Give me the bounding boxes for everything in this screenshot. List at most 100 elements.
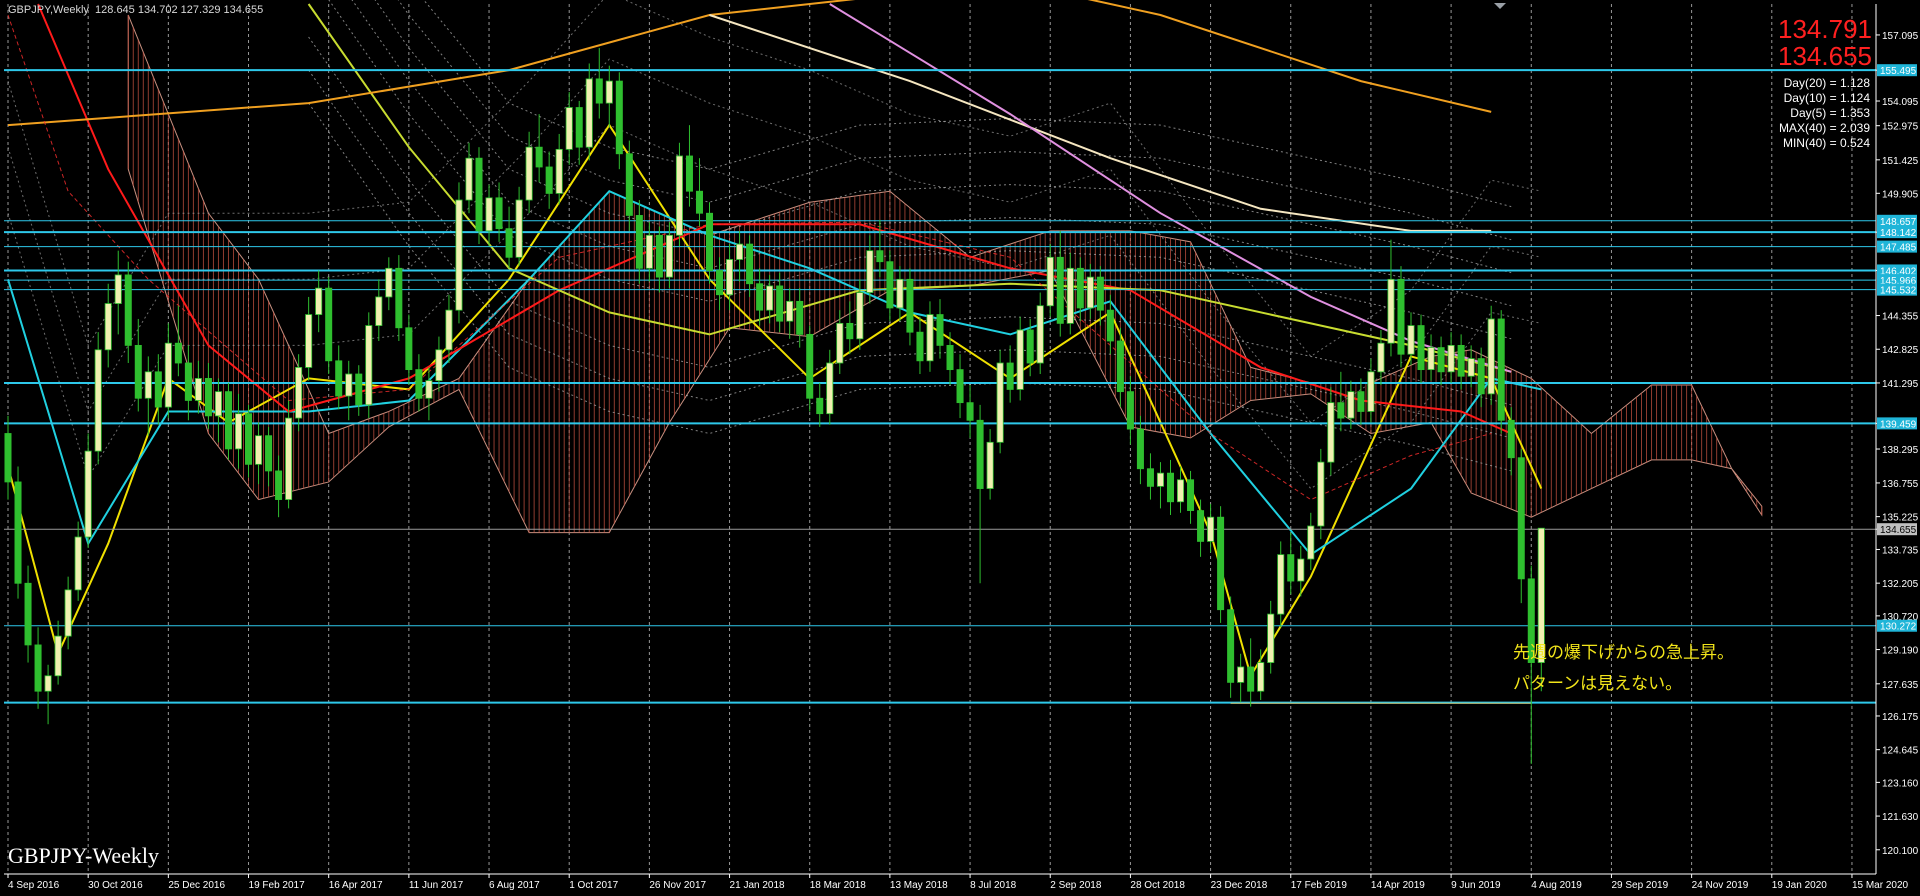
candle-body	[986, 441, 994, 489]
candle-body	[615, 80, 623, 155]
candle-body	[726, 259, 734, 296]
candle-body	[595, 78, 603, 104]
y-tick-label: 142.825	[1882, 345, 1919, 356]
y-tick-label: 130.272	[1880, 622, 1917, 633]
candle-body	[635, 215, 643, 269]
candle-body	[1337, 402, 1345, 419]
chart-svg[interactable]: 157.095 155.495 154.095 152.975 151.425 149.9…	[0, 0, 1920, 891]
candle-body	[1126, 391, 1134, 430]
candle-body	[1006, 362, 1014, 390]
y-tick-label: 121.630	[1882, 812, 1919, 823]
chart-shift-marker[interactable]	[1494, 3, 1506, 9]
x-tick-label: 8 Jul 2018	[970, 880, 1017, 891]
candle-body	[34, 644, 42, 692]
candle-body	[1096, 276, 1104, 311]
candle-body	[1136, 428, 1144, 470]
candle-body	[886, 261, 894, 309]
candle-body	[1407, 325, 1415, 355]
candle-body	[1297, 558, 1305, 582]
candle-body	[355, 373, 363, 406]
candle-body	[54, 635, 62, 677]
candle-body	[675, 155, 683, 236]
candle-body	[1397, 278, 1405, 355]
x-tick-label: 6 Aug 2017	[489, 880, 540, 891]
candle-body	[1207, 516, 1215, 542]
candle-body	[375, 296, 383, 326]
candle-body	[856, 292, 864, 340]
candle-body	[1076, 267, 1084, 309]
candle-body	[575, 107, 583, 148]
candle-body	[1457, 344, 1465, 377]
stat-min40: MIN(40) = 0.524	[1782, 136, 1870, 150]
x-tick-label: 18 Mar 2018	[810, 880, 867, 891]
candle-body	[405, 327, 413, 371]
candle-body	[1106, 309, 1114, 342]
candle-body	[555, 148, 563, 194]
candle-body	[565, 107, 573, 150]
candle-body	[796, 300, 804, 335]
candle-body	[64, 589, 72, 637]
candle-body	[144, 371, 152, 399]
candle-body	[1417, 325, 1425, 371]
candle-body	[776, 285, 784, 322]
candle-body	[685, 155, 693, 192]
candle-body	[1257, 662, 1265, 692]
chart-area[interactable]: 157.095 155.495 154.095 152.975 151.425 149.9…	[0, 0, 1920, 891]
y-tick-label: 151.425	[1882, 156, 1919, 167]
x-tick-label: 21 Jan 2018	[730, 880, 785, 891]
y-tick-label: 132.205	[1882, 579, 1919, 590]
y-tick-label: 126.175	[1882, 712, 1919, 723]
y-tick-label: 134.655	[1880, 525, 1917, 536]
candle-body	[1247, 666, 1255, 692]
x-tick-label: 13 May 2018	[890, 880, 948, 891]
candle-body	[766, 285, 774, 311]
candle-body	[1317, 461, 1325, 527]
candle-body	[866, 250, 874, 293]
candle-body	[655, 234, 663, 278]
candle-body	[224, 391, 232, 450]
candle-body	[1166, 472, 1175, 503]
y-tick-label: 148.142	[1880, 228, 1917, 239]
candle-body	[495, 197, 503, 230]
x-tick-label: 15 Mar 2020	[1852, 880, 1909, 891]
candle-body	[786, 300, 794, 322]
candle-body	[335, 360, 343, 397]
stat-day20: Day(20) = 1.128	[1783, 76, 1870, 90]
candle-body	[535, 146, 543, 168]
candle-body	[605, 80, 613, 104]
candle-body	[214, 391, 222, 417]
candle-body	[916, 331, 924, 362]
candle-body	[425, 380, 433, 399]
candle-body	[896, 278, 904, 309]
candle-body	[1427, 347, 1435, 371]
annotation-line-2: パターンは見えない。	[1513, 674, 1683, 694]
candle-body	[395, 267, 403, 329]
y-tick-label: 152.975	[1882, 122, 1919, 133]
symbol-label: GBPJPY,Weekly	[8, 4, 89, 16]
candle-body	[996, 362, 1004, 443]
y-tick-label: 154.095	[1882, 97, 1919, 108]
candle-body	[836, 322, 844, 364]
stat-max40: MAX(40) = 2.039	[1778, 121, 1870, 135]
candle-body	[695, 190, 703, 214]
horizontal-levels-layer	[4, 69, 1876, 704]
x-tick-label: 29 Sep 2019	[1611, 880, 1668, 891]
candle-body	[124, 274, 132, 346]
candle-body	[154, 371, 162, 408]
candle-body	[906, 278, 914, 333]
candle-body	[445, 309, 453, 351]
candle-body	[1227, 609, 1235, 683]
candle-body	[1116, 340, 1124, 393]
candle-body	[1507, 419, 1515, 459]
x-tick-label: 4 Aug 2019	[1531, 880, 1582, 891]
candle-body	[305, 314, 313, 368]
stat-day10: Day(10) = 1.124	[1783, 91, 1870, 105]
candle-body	[455, 199, 463, 311]
candle-body	[174, 342, 182, 364]
candle-body	[1277, 554, 1285, 615]
candle-body	[435, 349, 443, 382]
candle-body	[74, 536, 82, 591]
candle-body	[1016, 329, 1024, 390]
y-tick-label: 138.295	[1882, 445, 1919, 456]
candle-body	[756, 283, 764, 311]
